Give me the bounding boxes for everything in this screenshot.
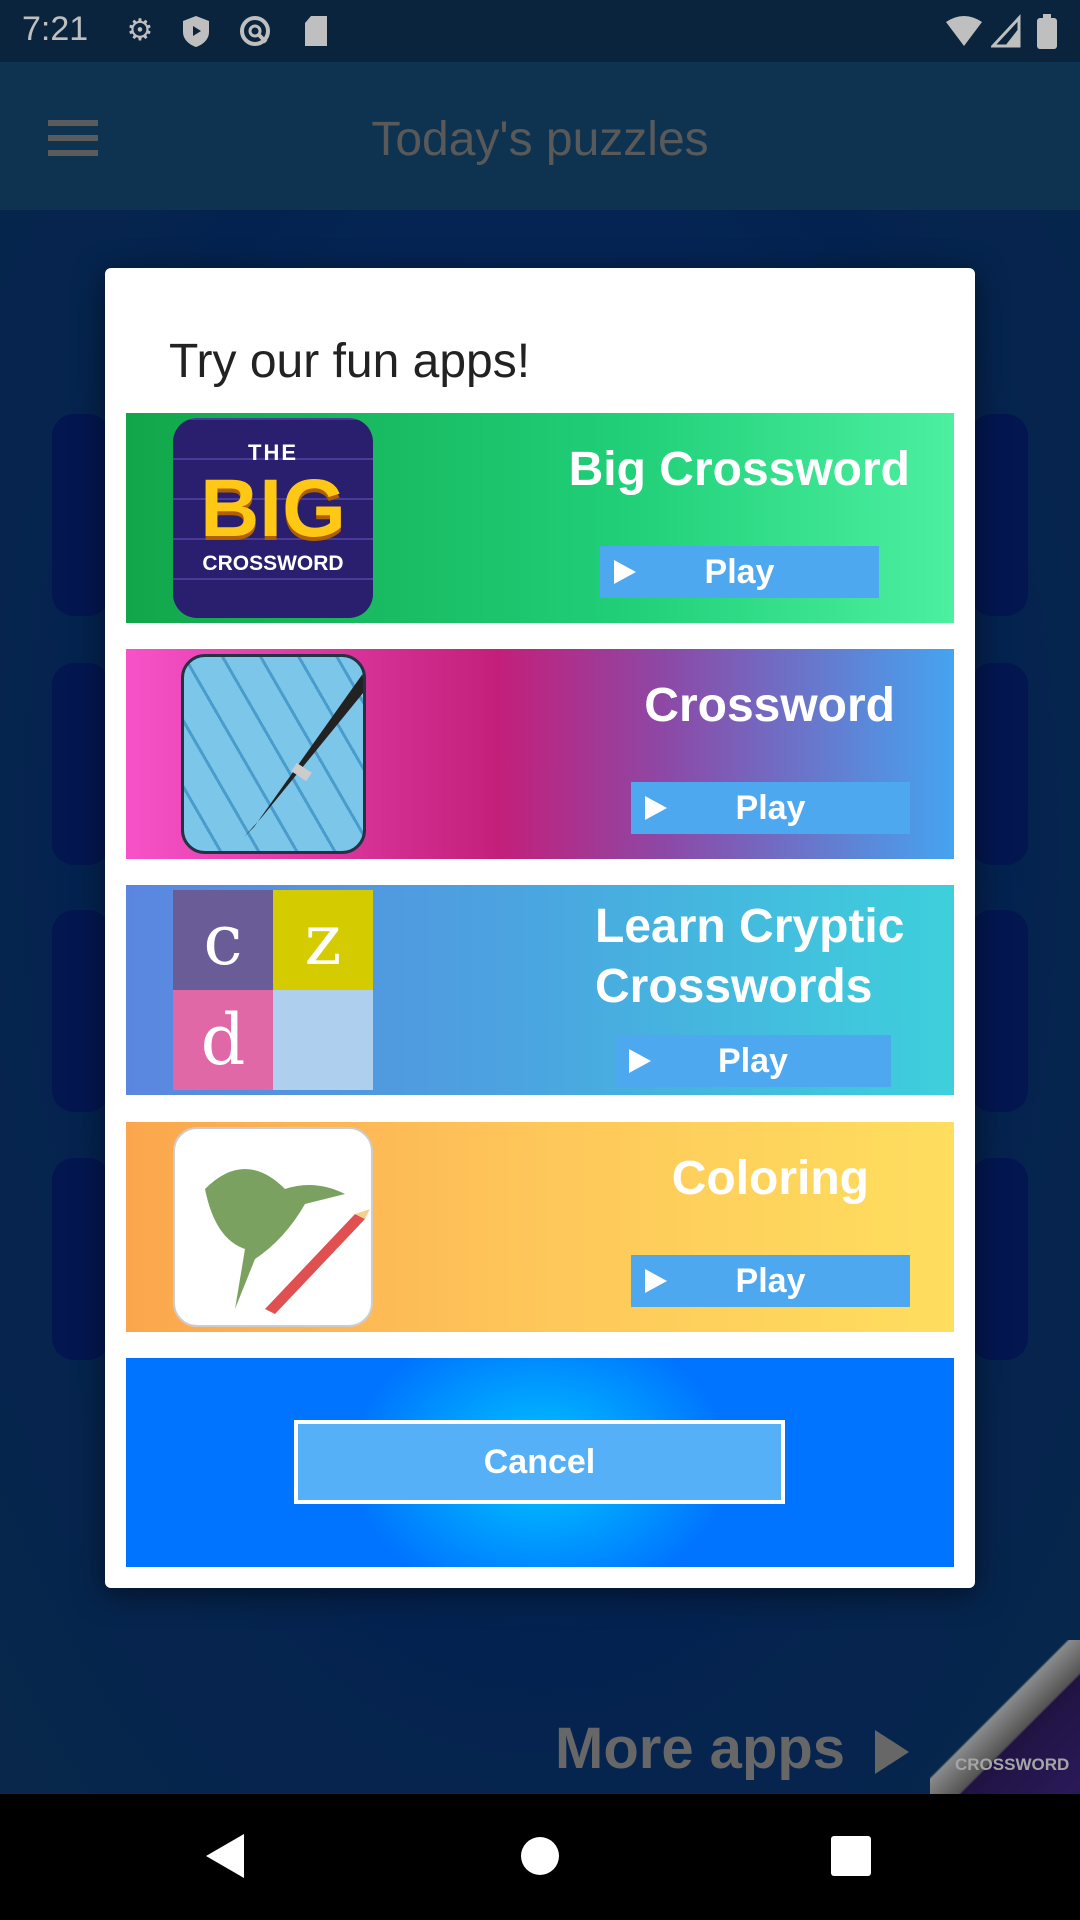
home-icon[interactable] bbox=[521, 1837, 559, 1875]
play-button[interactable]: Play bbox=[631, 782, 910, 834]
logo-letter: z bbox=[273, 890, 373, 990]
app-banner-crossword[interactable]: Crossword Play bbox=[126, 649, 954, 859]
logo-letter: d bbox=[173, 990, 273, 1090]
play-button[interactable]: Play bbox=[615, 1035, 891, 1087]
back-icon[interactable] bbox=[206, 1834, 244, 1878]
promo-dialog: Try our fun apps! THE BIG CROSSWORD Big … bbox=[105, 268, 975, 1588]
play-button[interactable]: Play bbox=[631, 1255, 910, 1307]
app-title: Big Crossword bbox=[568, 443, 910, 496]
play-label: Play bbox=[704, 553, 775, 591]
crossword-pen-logo bbox=[181, 654, 366, 854]
app-title: Coloring bbox=[671, 1152, 869, 1205]
play-label: Play bbox=[735, 789, 806, 827]
dialog-title: Try our fun apps! bbox=[169, 335, 531, 388]
app-banner-big-crossword[interactable]: THE BIG CROSSWORD Big Crossword Play bbox=[126, 413, 954, 623]
logo-text: CROSSWORD bbox=[202, 552, 344, 575]
play-icon bbox=[645, 1269, 667, 1293]
app-title-line: Learn Cryptic bbox=[595, 900, 905, 953]
app-title: Learn Cryptic Crosswords bbox=[595, 897, 904, 1017]
play-icon bbox=[629, 1049, 651, 1073]
play-button[interactable]: Play bbox=[600, 546, 879, 598]
app-banner-coloring[interactable]: Coloring Play bbox=[126, 1122, 954, 1332]
recents-icon[interactable] bbox=[831, 1836, 871, 1876]
play-icon bbox=[645, 796, 667, 820]
app-title-line: Crosswords bbox=[595, 960, 873, 1013]
logo-letter: c bbox=[173, 890, 273, 990]
big-crossword-logo: THE BIG CROSSWORD bbox=[173, 418, 373, 618]
play-label: Play bbox=[718, 1042, 788, 1080]
hummingbird-logo bbox=[173, 1127, 373, 1327]
app-title: Crossword bbox=[644, 679, 895, 732]
navigation-bar bbox=[0, 1794, 1080, 1920]
play-label: Play bbox=[735, 1262, 806, 1300]
logo-text: BIG bbox=[200, 463, 346, 554]
play-icon bbox=[614, 560, 636, 584]
cryptic-logo: c z d bbox=[173, 890, 373, 1090]
cancel-panel: Cancel bbox=[126, 1358, 954, 1567]
app-banner-learn-cryptic[interactable]: c z d Learn Cryptic Crosswords Play bbox=[126, 885, 954, 1095]
cancel-button[interactable]: Cancel bbox=[294, 1420, 785, 1504]
